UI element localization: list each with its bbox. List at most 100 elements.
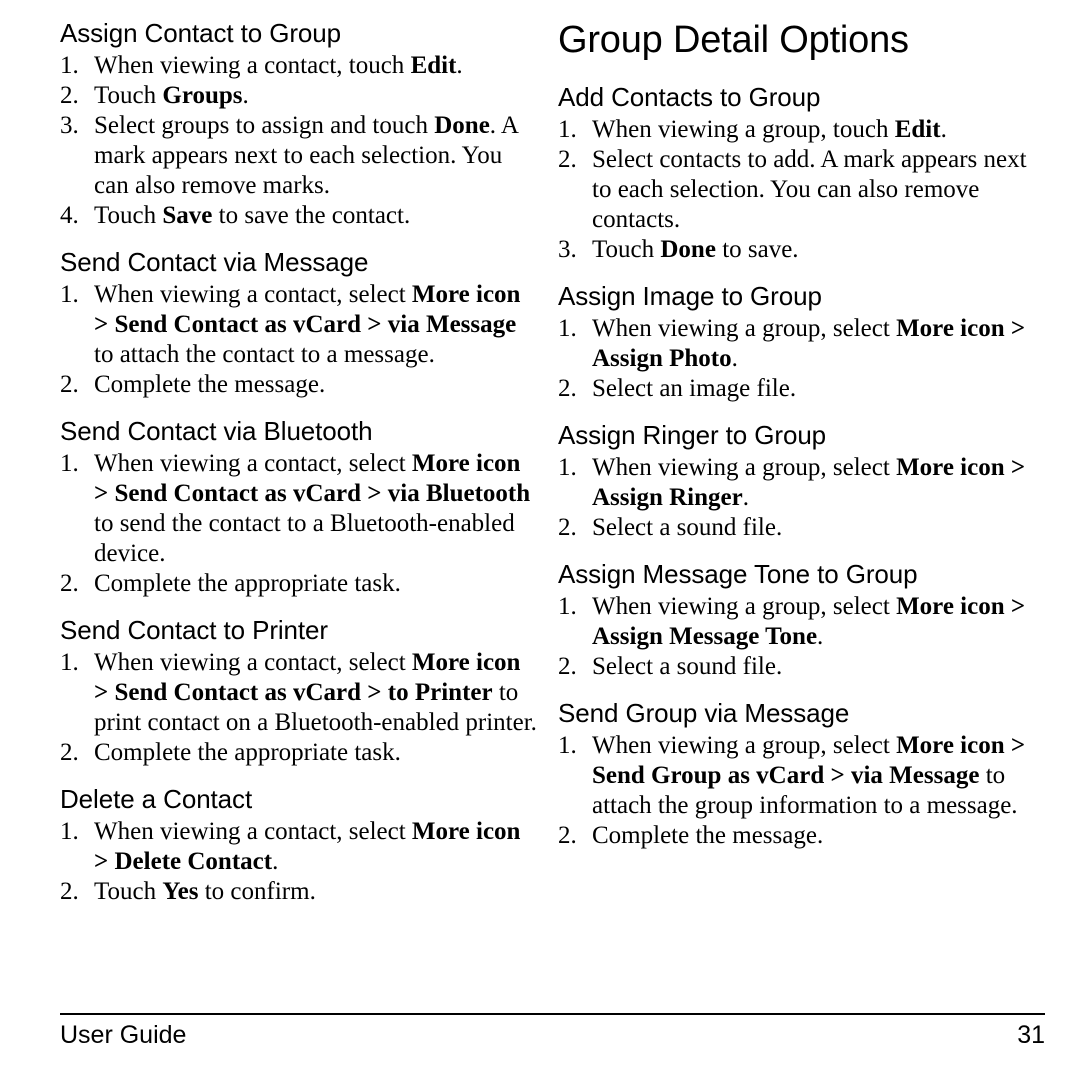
step-number: 2.: [60, 371, 79, 398]
content-section: Add Contacts to Group 1. When viewing a gr…: [558, 82, 1045, 265]
step-list: 1. When viewing a group, select More icon…: [558, 453, 1045, 543]
step-number: 4.: [60, 202, 79, 229]
step-item: 2. Select an image file.: [558, 374, 1045, 404]
plain-text: .: [940, 116, 947, 143]
plain-text: to confirm.: [198, 878, 316, 905]
plain-text: When viewing a contact, select: [94, 281, 412, 308]
step-text: Select groups to assign and touch Done. …: [94, 111, 538, 201]
right-column: Group Detail Options Add Contacts to Gro…: [548, 18, 1045, 851]
plain-text: Complete the message.: [592, 822, 824, 849]
step-item: 2. Select a sound file.: [558, 513, 1045, 543]
step-list: 1. When viewing a contact, select More ic…: [60, 280, 538, 400]
step-item: 4. Touch Save to save the contact.: [60, 201, 538, 231]
step-list: 1. When viewing a group, select More icon…: [558, 314, 1045, 404]
plain-text: When viewing a group, select: [592, 454, 897, 481]
step-list: 1. When viewing a contact, select More ic…: [60, 817, 538, 907]
step-text: Touch Save to save the contact.: [94, 201, 538, 231]
step-number: 2.: [558, 653, 577, 680]
plain-text: Select groups to assign and touch: [94, 112, 435, 139]
step-text: Touch Done to save.: [592, 235, 1045, 265]
plain-text: to save the contact.: [212, 202, 411, 229]
plain-text: Touch: [94, 202, 163, 229]
step-text: When viewing a group, select More icon >…: [592, 314, 1045, 374]
section-heading: Send Group via Message: [558, 698, 850, 728]
plain-text: When viewing a contact, select: [94, 450, 412, 477]
content-section: Send Contact via Message 1. When viewing a…: [60, 247, 538, 400]
step-item: 2. Touch Groups.: [60, 81, 538, 111]
step-number: 3.: [60, 112, 79, 139]
step-number: 1.: [60, 52, 79, 79]
step-number: 1.: [60, 818, 79, 845]
content-section: Assign Ringer to Group 1. When viewing a g…: [558, 420, 1045, 543]
plain-text: When viewing a contact, select: [94, 649, 412, 676]
step-item: 1. When viewing a group, select More icon…: [558, 453, 1045, 513]
plain-text: Select a sound file.: [592, 514, 783, 541]
step-number: 1.: [60, 450, 79, 477]
step-item: 1. When viewing a contact, touch Edit.: [60, 51, 538, 81]
step-list: 1. When viewing a contact, touch Edit. 2. T…: [60, 51, 538, 231]
content-section: Send Group via Message 1. When viewing a g…: [558, 698, 1045, 851]
step-text: Complete the message.: [94, 370, 538, 400]
step-text: When viewing a contact, select More icon…: [94, 280, 538, 370]
plain-text: to attach the contact to a message.: [94, 341, 435, 368]
plain-text: Select an image file.: [592, 375, 797, 402]
step-list: 1. When viewing a group, select More icon…: [558, 592, 1045, 682]
step-text: When viewing a contact, select More icon…: [94, 648, 538, 738]
content-section: Send Contact to Printer 1. When viewing a …: [60, 615, 538, 768]
step-number: 1.: [558, 454, 577, 481]
emphasis-text: Groups: [162, 82, 243, 109]
step-list: 1. When viewing a contact, select More ic…: [60, 449, 538, 599]
step-list: 1. When viewing a group, select More icon…: [558, 731, 1045, 851]
plain-text: .: [731, 345, 738, 372]
plain-text: When viewing a contact, select: [94, 818, 412, 845]
step-item: 2. Complete the appropriate task.: [60, 569, 538, 599]
content-section: Send Contact via Bluetooth 1. When viewing…: [60, 416, 538, 599]
section-heading: Assign Ringer to Group: [558, 420, 827, 450]
left-column-sections: Assign Contact to Group 1. When viewing a …: [60, 18, 538, 907]
step-item: 1. When viewing a contact, select More ic…: [60, 817, 538, 877]
plain-text: Select contacts to add. A mark appears n…: [592, 146, 1027, 233]
step-number: 2.: [60, 878, 79, 905]
emphasis-text: Edit: [894, 116, 941, 143]
step-item: 3. Touch Done to save.: [558, 235, 1045, 265]
step-number: 2.: [558, 146, 577, 173]
right-column-sections: Add Contacts to Group 1. When viewing a gr…: [558, 82, 1045, 851]
emphasis-text: Edit: [410, 52, 457, 79]
step-item: 2. Complete the message.: [558, 821, 1045, 851]
section-heading: Assign Message Tone to Group: [558, 559, 918, 589]
step-text: Complete the appropriate task.: [94, 569, 538, 599]
plain-text: When viewing a contact, touch: [94, 52, 411, 79]
left-column: Assign Contact to Group 1. When viewing a …: [60, 18, 548, 907]
footer-divider: [60, 1013, 1045, 1015]
step-text: Complete the appropriate task.: [94, 738, 538, 768]
plain-text: Touch: [592, 236, 661, 263]
section-heading: Delete a Contact: [60, 784, 253, 814]
step-number: 2.: [558, 375, 577, 402]
plain-text: to save.: [715, 236, 799, 263]
step-number: 2.: [60, 739, 79, 766]
step-number: 2.: [558, 514, 577, 541]
step-number: 1.: [60, 281, 79, 308]
step-item: 1. When viewing a contact, select More ic…: [60, 648, 538, 738]
emphasis-text: Done: [660, 236, 716, 263]
step-text: Select a sound file.: [592, 513, 1045, 543]
step-text: Select a sound file.: [592, 652, 1045, 682]
plain-text: .: [242, 82, 249, 109]
step-text: When viewing a group, select More icon >…: [592, 453, 1045, 513]
emphasis-text: Save: [162, 202, 213, 229]
step-text: Complete the message.: [592, 821, 1045, 851]
footer-row: User Guide 31: [60, 1020, 1045, 1050]
step-number: 2.: [60, 570, 79, 597]
step-text: When viewing a group, touch Edit.: [592, 115, 1045, 145]
step-text: Select an image file.: [592, 374, 1045, 404]
step-number: 1.: [558, 315, 577, 342]
section-heading: Send Contact via Bluetooth: [60, 416, 373, 446]
section-heading: Send Contact via Message: [60, 247, 369, 277]
step-item: 1. When viewing a contact, select More ic…: [60, 280, 538, 370]
step-text: When viewing a group, select More icon >…: [592, 731, 1045, 821]
step-item: 2. Complete the appropriate task.: [60, 738, 538, 768]
step-item: 1. When viewing a group, select More icon…: [558, 731, 1045, 821]
plain-text: When viewing a group, select: [592, 593, 897, 620]
footer-document-label: User Guide: [60, 1021, 187, 1049]
step-text: When viewing a contact, touch Edit.: [94, 51, 538, 81]
